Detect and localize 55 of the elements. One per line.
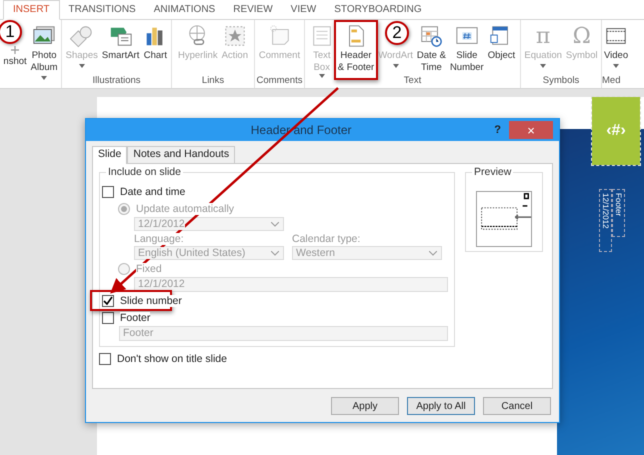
help-button[interactable]: ? (486, 124, 509, 136)
ribbon-tab[interactable]: STORYBOARDING (325, 1, 431, 19)
footer-text-box[interactable]: Footer (612, 189, 625, 237)
plus-icon (11, 46, 20, 54)
ribbon-button[interactable]: Date & Time (414, 22, 448, 76)
group-label: Links (202, 75, 224, 88)
group-label: Comments (256, 75, 302, 88)
close-button[interactable]: × (509, 121, 553, 139)
ribbon-tab[interactable]: VIEW (282, 1, 326, 19)
action-icon (222, 24, 247, 48)
comment-icon (268, 24, 292, 48)
ribbon-button[interactable]: SmartArt (100, 22, 142, 64)
checkbox-label: Footer (120, 312, 150, 324)
chevron-icon (271, 250, 279, 256)
dialog-button[interactable]: Apply (331, 397, 399, 415)
group-label: Text (404, 75, 422, 88)
highlight-frame (334, 20, 378, 80)
dialog-tab[interactable]: Slide (92, 146, 128, 164)
shapes-icon (70, 24, 94, 48)
ribbon-button[interactable]: Header & Footer (336, 22, 376, 76)
chevron-icon (429, 250, 437, 256)
chevron-icon (271, 222, 279, 226)
preview-drawing (474, 191, 534, 247)
date-text-box[interactable]: 12/1/2012 (599, 189, 612, 252)
checkbox[interactable] (102, 294, 114, 306)
dialog-button[interactable]: Apply to All (407, 397, 475, 415)
group-label: Med (602, 75, 620, 88)
dialog-button[interactable]: Cancel (483, 397, 551, 415)
ribbon-button[interactable]: Chart (141, 22, 170, 64)
ribbon-tab[interactable]: REVIEW (224, 1, 282, 19)
checkbox[interactable] (99, 352, 111, 364)
ribbon-tab[interactable]: TRANSITIONS (60, 1, 145, 19)
ribbon-button[interactable]: Object (486, 22, 518, 64)
group-label: Symbols (542, 75, 580, 88)
ribbon-button[interactable]: Video (602, 22, 630, 70)
ribbon-button[interactable]: Photo Album (28, 22, 60, 82)
ribbon-button[interactable]: Slide Number (448, 22, 486, 76)
checkbox[interactable] (102, 186, 114, 198)
ribbon-tab[interactable]: ANIMATIONS (144, 1, 224, 19)
group-title: Preview (472, 166, 514, 178)
dialog-tab[interactable]: Notes and Handouts (127, 146, 236, 163)
ribbon-button[interactable]: nshot (1, 44, 29, 70)
radio-label: Fixed (136, 262, 162, 274)
radio-label: Update automatically (136, 202, 234, 214)
checkbox[interactable] (102, 312, 114, 324)
group-title: Include on slide (106, 166, 183, 178)
checkbox-label: Date and time (120, 186, 186, 198)
window-title: Header and Footer (250, 123, 352, 137)
checkbox-label: Don't show on title slide (117, 352, 227, 364)
ribbon-tab[interactable]: INSERT (3, 0, 60, 20)
callout-badge: 2 (385, 21, 409, 45)
datetime-icon (419, 24, 444, 48)
callout-badge: 1 (0, 20, 22, 44)
group-label: Illustrations (92, 75, 141, 88)
checkbox-label: Slide number (120, 294, 182, 306)
